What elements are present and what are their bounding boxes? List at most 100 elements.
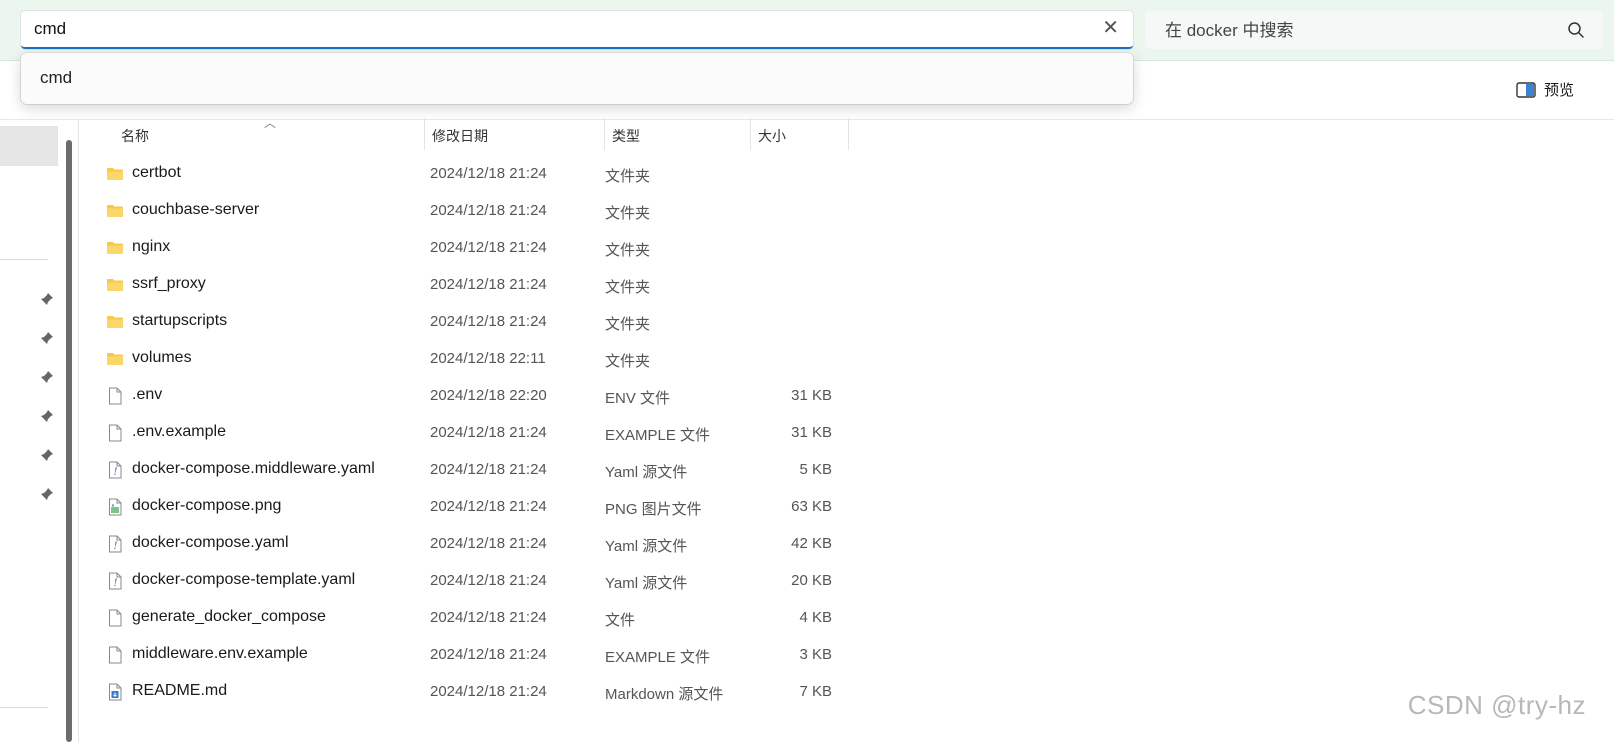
address-input[interactable]: cmd [34,19,66,39]
file-size: 42 KB [791,535,832,552]
search-icon[interactable] [1567,21,1585,39]
file-row[interactable]: volumes 2024/12/18 22:11 文件夹 [100,341,900,378]
folder-icon [106,276,124,294]
file-row[interactable]: ! docker-compose.yaml 2024/12/18 21:24 Yaml… [100,526,900,563]
file-row[interactable]: README.md 2024/12/18 21:24 Markdown 源文件 7 K… [100,674,900,711]
file-size: 63 KB [791,498,832,515]
file-icon [106,424,124,442]
file-name: docker-compose-template.yaml [132,571,356,588]
svg-text:!: ! [114,467,118,478]
title-bar: cmd ✕ [0,0,1614,61]
column-header-size[interactable]: 大小 [758,126,786,146]
file-type: 文件夹 [605,242,651,259]
pin-icon[interactable] [40,370,54,384]
pin-icon[interactable] [40,487,54,501]
column-divider[interactable] [424,118,425,150]
file-row[interactable]: certbot 2024/12/18 21:24 文件夹 [100,156,900,193]
preview-button[interactable]: 预览 [1516,79,1574,100]
file-type: ENV 文件 [605,390,671,407]
file-size: 31 KB [791,424,832,441]
file-type: 文件夹 [605,279,651,296]
file-type: 文件夹 [605,316,651,333]
nav-divider [0,707,48,708]
search-box[interactable] [1145,11,1603,49]
file-name: middleware.env.example [132,645,308,662]
pane-divider[interactable] [78,120,79,742]
column-headers: ︿ 名称 修改日期 类型 大小 [108,116,858,150]
column-header-date[interactable]: 修改日期 [432,126,488,146]
address-suggestions: cmd [21,53,1133,104]
file-date: 2024/12/18 21:24 [430,239,547,256]
file-row[interactable]: .env.example 2024/12/18 21:24 EXAMPLE 文件 31… [100,415,900,452]
file-row[interactable]: generate_docker_compose 2024/12/18 21:24 文… [100,600,900,637]
file-icon [106,387,124,405]
file-row[interactable]: middleware.env.example 2024/12/18 21:24 EX… [100,637,900,674]
file-name: certbot [132,164,181,181]
markdown-file-icon [106,683,124,701]
file-row[interactable]: nginx 2024/12/18 21:24 文件夹 [100,230,900,267]
column-header-type[interactable]: 类型 [612,126,640,146]
file-row[interactable]: startupscripts 2024/12/18 21:24 文件夹 [100,304,900,341]
pin-icon[interactable] [40,409,54,423]
file-name: docker-compose.png [132,497,282,514]
file-name: startupscripts [132,312,228,329]
file-size: 31 KB [791,387,832,404]
file-row[interactable]: ! docker-compose.middleware.yaml 2024/12/1… [100,452,900,489]
file-type: EXAMPLE 文件 [605,427,711,444]
file-name: .env.example [132,423,226,440]
yaml-file-icon: ! [106,572,124,590]
sort-ascending-icon: ︿ [264,116,277,130]
pin-icon[interactable] [40,292,54,306]
image-file-icon [106,498,124,516]
folder-icon [106,350,124,368]
file-row[interactable]: ssrf_proxy 2024/12/18 21:24 文件夹 [100,267,900,304]
file-list: certbot 2024/12/18 21:24 文件夹 couchbase-serv… [100,156,900,711]
file-icon [106,609,124,627]
file-type: Yaml 源文件 [605,538,688,555]
file-row[interactable]: couchbase-server 2024/12/18 21:24 文件夹 [100,193,900,230]
column-divider[interactable] [750,118,751,150]
pin-icon[interactable] [40,331,54,345]
file-type: Markdown 源文件 [605,686,724,703]
file-date: 2024/12/18 21:24 [430,461,547,478]
folder-icon [106,165,124,183]
yaml-file-icon: ! [106,535,124,553]
file-type: 文件夹 [605,168,651,185]
file-date: 2024/12/18 21:24 [430,202,547,219]
file-date: 2024/12/18 21:24 [430,609,547,626]
address-bar[interactable]: cmd ✕ [21,11,1133,49]
file-date: 2024/12/18 21:24 [430,276,547,293]
file-name: generate_docker_compose [132,608,326,625]
nav-item-selected[interactable] [0,126,58,166]
file-date: 2024/12/18 22:11 [430,350,546,367]
file-date: 2024/12/18 21:24 [430,165,547,182]
file-name: nginx [132,238,171,255]
file-name: README.md [132,682,228,699]
pin-icon[interactable] [40,448,54,462]
column-divider[interactable] [604,118,605,150]
file-date: 2024/12/18 21:24 [430,572,547,589]
suggestion-item[interactable]: cmd [40,68,72,88]
yaml-file-icon: ! [106,461,124,479]
file-date: 2024/12/18 21:24 [430,424,547,441]
file-type: 文件 [605,612,636,629]
column-divider[interactable] [848,118,849,150]
file-type: EXAMPLE 文件 [605,649,711,666]
folder-icon [106,202,124,220]
file-date: 2024/12/18 21:24 [430,498,547,515]
file-name: docker-compose.yaml [132,534,289,551]
file-row[interactable]: .env 2024/12/18 22:20 ENV 文件 31 KB [100,378,900,415]
file-size: 7 KB [799,683,832,700]
file-row[interactable]: ! docker-compose-template.yaml 2024/12/18 … [100,563,900,600]
file-type: 文件夹 [605,205,651,222]
svg-text:!: ! [114,578,118,589]
nav-scrollbar[interactable] [66,140,72,742]
close-icon[interactable]: ✕ [1102,16,1119,40]
file-date: 2024/12/18 21:24 [430,683,547,700]
column-header-name[interactable]: 名称 [121,126,149,146]
search-input[interactable] [1163,18,1567,44]
file-date: 2024/12/18 21:24 [430,535,547,552]
navigation-pane [0,120,62,742]
file-name: volumes [132,349,192,366]
file-row[interactable]: docker-compose.png 2024/12/18 21:24 PNG 图片… [100,489,900,526]
